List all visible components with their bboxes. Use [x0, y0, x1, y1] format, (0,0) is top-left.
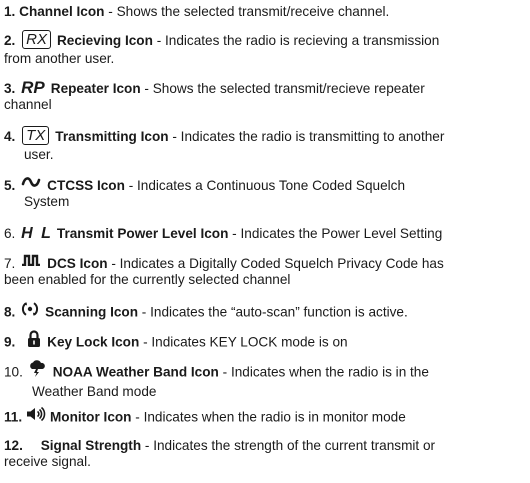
- item-description: - Indicates the “auto-scan” function is …: [138, 304, 408, 320]
- legend-item-scanning: 8. Scanning Icon - Indicates the “auto-s…: [4, 302, 522, 324]
- item-title: Scanning Icon: [45, 304, 139, 320]
- item-description-continued: channel: [4, 97, 52, 112]
- item-number: 9.: [4, 334, 16, 350]
- item-description-continued: receive signal.: [4, 454, 91, 469]
- tx-icon: TX: [22, 126, 50, 145]
- legend-item-signal-strength: 12. Signal Strength - Indicates the stre…: [4, 438, 522, 470]
- item-description-continued: Weather Band mode: [32, 384, 157, 399]
- item-number: 2.: [4, 33, 16, 49]
- item-description-continued: user.: [24, 147, 54, 162]
- item-title: NOAA Weather Band Icon: [52, 364, 219, 380]
- item-number: 7.: [4, 256, 16, 271]
- item-number: 4.: [4, 129, 16, 145]
- legend-item-weather-band: 10. NOAA Weather Band Icon - Indicates w…: [4, 360, 522, 400]
- item-description-continued: from another user.: [4, 51, 115, 66]
- item-number: 1.: [4, 4, 16, 19]
- dcs-pulse-icon: [21, 254, 41, 270]
- item-title: Signal Strength: [40, 438, 142, 453]
- item-number: 12.: [4, 438, 23, 453]
- legend-item-key-lock: 9. Key Lock Icon - Indicates KEY LOCK mo…: [4, 330, 522, 354]
- item-description: - Shows the selected transmit/recieve re…: [140, 81, 425, 96]
- item-number: 8.: [4, 304, 16, 320]
- item-title: Channel Icon: [19, 4, 105, 19]
- legend-item-receiving: 2. RX Recieving Icon - Indicates the radi…: [4, 30, 522, 67]
- item-title: Key Lock Icon: [47, 334, 140, 350]
- item-description: - Indicates a Digitally Coded Squelch Pr…: [107, 256, 444, 271]
- item-number: 10.: [4, 364, 23, 380]
- key-lock-icon: [27, 330, 41, 352]
- item-description: - Indicates the strength of the current …: [141, 438, 436, 453]
- item-description: - Indicates KEY LOCK mode is on: [139, 334, 348, 350]
- item-title: Monitor Icon: [49, 409, 132, 425]
- item-title: Transmitting Icon: [55, 129, 169, 145]
- legend-item-monitor: 11. Monitor Icon - Indicates when the ra…: [4, 406, 522, 428]
- item-description: - Indicates the Power Level Setting: [228, 226, 443, 241]
- item-title: DCS Icon: [47, 256, 108, 271]
- legend-item-dcs: 7. DCS Icon - Indicates a Digitally Code…: [4, 254, 522, 288]
- item-description: - Indicates the radio is recieving a tra…: [152, 33, 440, 49]
- rx-icon: RX: [22, 30, 51, 49]
- legend-item-channel: 1. Channel Icon - Shows the selected tra…: [4, 4, 522, 20]
- legend-item-repeater: 3. RP Repeater Icon - Shows the selected …: [4, 78, 522, 113]
- icon-legend-document: 1. Channel Icon - Shows the selected tra…: [0, 0, 530, 483]
- item-title: Repeater Icon: [50, 81, 141, 96]
- item-description: - Indicates a Continuous Tone Coded Sque…: [124, 178, 406, 193]
- speaker-icon: [26, 406, 46, 426]
- legend-item-power-level: 6. H L Transmit Power Level Icon - Indica…: [4, 226, 522, 242]
- scanning-icon: [21, 300, 39, 322]
- power-level-icon: H L: [21, 225, 53, 242]
- legend-item-ctcss: 5. CTCSS Icon - Indicates a Continuous T…: [4, 176, 522, 210]
- item-description-continued: been enabled for the currently selected …: [4, 272, 291, 288]
- item-title: CTCSS Icon: [47, 178, 125, 193]
- item-title: Transmit Power Level Icon: [56, 226, 229, 241]
- item-description-continued: System: [24, 194, 70, 210]
- item-number: 3.: [4, 81, 16, 96]
- weather-storm-icon: [27, 360, 47, 382]
- item-number: 5.: [4, 178, 16, 193]
- item-description: - Indicates when the radio is in monitor…: [131, 409, 406, 425]
- item-description: - Indicates the radio is transmitting to…: [168, 129, 445, 145]
- item-description: - Shows the selected transmit/receive ch…: [104, 4, 390, 19]
- ctcss-wave-icon: [21, 176, 41, 192]
- item-number: 11.: [4, 409, 23, 425]
- item-title: Recieving Icon: [56, 33, 153, 49]
- rp-icon: RP: [21, 78, 45, 97]
- legend-item-transmitting: 4. TX Transmitting Icon - Indicates the r…: [4, 126, 522, 163]
- item-description: - Indicates when the radio is in the: [218, 364, 429, 380]
- item-number: 6.: [4, 226, 16, 241]
